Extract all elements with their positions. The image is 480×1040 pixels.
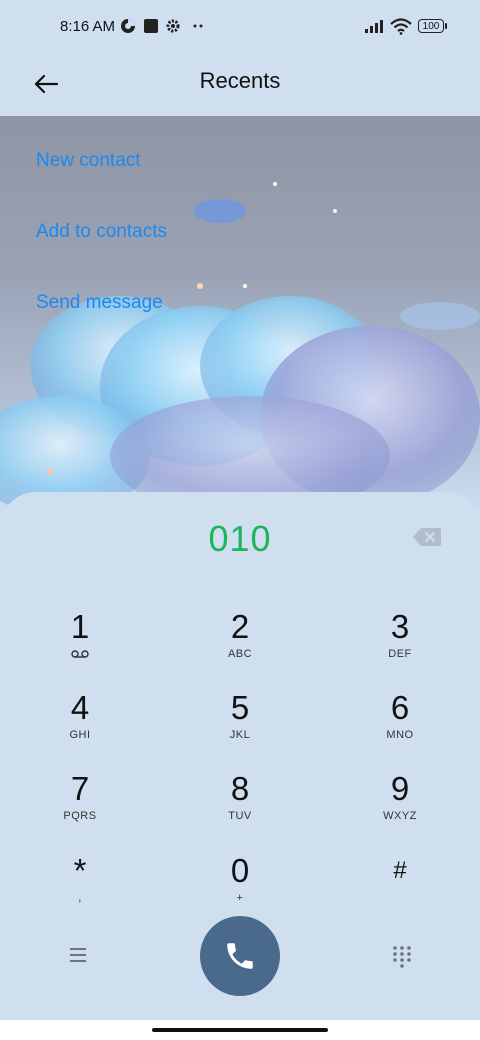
key-letters: DEF bbox=[388, 648, 412, 660]
battery-level: 100 bbox=[422, 21, 440, 32]
signal-icon bbox=[365, 20, 383, 33]
title-bar: Recents bbox=[0, 56, 480, 116]
phone-icon bbox=[227, 943, 253, 969]
key-1[interactable]: 1 bbox=[20, 608, 140, 678]
menu-icon[interactable] bbox=[64, 944, 92, 966]
call-button[interactable] bbox=[200, 916, 280, 996]
key-letters: ABC bbox=[227, 648, 253, 660]
settings-icon bbox=[166, 19, 180, 33]
key-letters: WXYZ bbox=[383, 810, 417, 822]
key-digit: 0 bbox=[230, 852, 250, 889]
status-bar: 8:16 AM 100 bbox=[0, 0, 480, 56]
key-digit: 6 bbox=[390, 689, 410, 726]
key-8[interactable]: 8 TUV bbox=[180, 770, 300, 840]
key-0[interactable]: 0 + bbox=[180, 852, 300, 922]
key-letters: + bbox=[236, 892, 244, 904]
battery-icon: 100 bbox=[418, 19, 444, 33]
dialer-panel: 010 1 2 ABC 3 DEF 4 GHI 5 JKL 6 MNO 7 PQ… bbox=[0, 492, 480, 1020]
key-digit: 9 bbox=[390, 770, 410, 807]
wallpaper-flowers: New contact Add to contacts Send message bbox=[0, 116, 480, 516]
key-4[interactable]: 4 GHI bbox=[20, 689, 140, 759]
wifi-icon bbox=[390, 18, 412, 35]
key-6[interactable]: 6 MNO bbox=[340, 689, 460, 759]
backspace-icon[interactable] bbox=[412, 526, 442, 548]
voicemail-icon bbox=[71, 650, 89, 658]
dialed-number: 010 bbox=[208, 518, 272, 559]
key-digit: 7 bbox=[70, 770, 90, 807]
key-letters: GHI bbox=[69, 729, 91, 741]
key-digit: * bbox=[73, 852, 87, 889]
add-to-contacts-link[interactable]: Add to contacts bbox=[36, 221, 167, 243]
key-9[interactable]: 9 WXYZ bbox=[340, 770, 460, 840]
key-digit: 4 bbox=[70, 689, 90, 726]
key-digit: 2 bbox=[230, 608, 250, 645]
key-letters: PQRS bbox=[63, 810, 97, 822]
home-bar[interactable] bbox=[152, 1028, 328, 1032]
key-5[interactable]: 5 JKL bbox=[180, 689, 300, 759]
square-notification-icon bbox=[144, 19, 158, 33]
key-3[interactable]: 3 DEF bbox=[340, 608, 460, 678]
key-digit: 3 bbox=[390, 608, 410, 645]
key-2[interactable]: 2 ABC bbox=[180, 608, 300, 678]
key-7[interactable]: 7 PQRS bbox=[20, 770, 140, 840]
dialpad-icon[interactable] bbox=[390, 944, 414, 968]
key-letters: , bbox=[78, 892, 82, 904]
more-dots-icon bbox=[193, 24, 203, 28]
key-digit: 8 bbox=[230, 770, 250, 807]
data-saver-icon bbox=[121, 19, 135, 33]
battery-tip bbox=[445, 23, 447, 29]
key-star[interactable]: * , bbox=[20, 852, 140, 922]
status-time: 8:16 AM bbox=[60, 18, 116, 35]
new-contact-link[interactable]: New contact bbox=[36, 150, 141, 172]
home-indicator bbox=[0, 1020, 480, 1040]
flower-illustration bbox=[0, 182, 480, 516]
key-letters: MNO bbox=[386, 729, 414, 741]
key-letters: TUV bbox=[228, 810, 252, 822]
key-digit: 5 bbox=[230, 689, 250, 726]
key-letters: JKL bbox=[229, 729, 251, 741]
key-digit: 1 bbox=[70, 608, 90, 645]
key-digit: # bbox=[393, 857, 407, 884]
key-hash[interactable]: # bbox=[340, 852, 460, 922]
page-title: Recents bbox=[199, 68, 281, 93]
send-message-link[interactable]: Send message bbox=[36, 292, 163, 314]
